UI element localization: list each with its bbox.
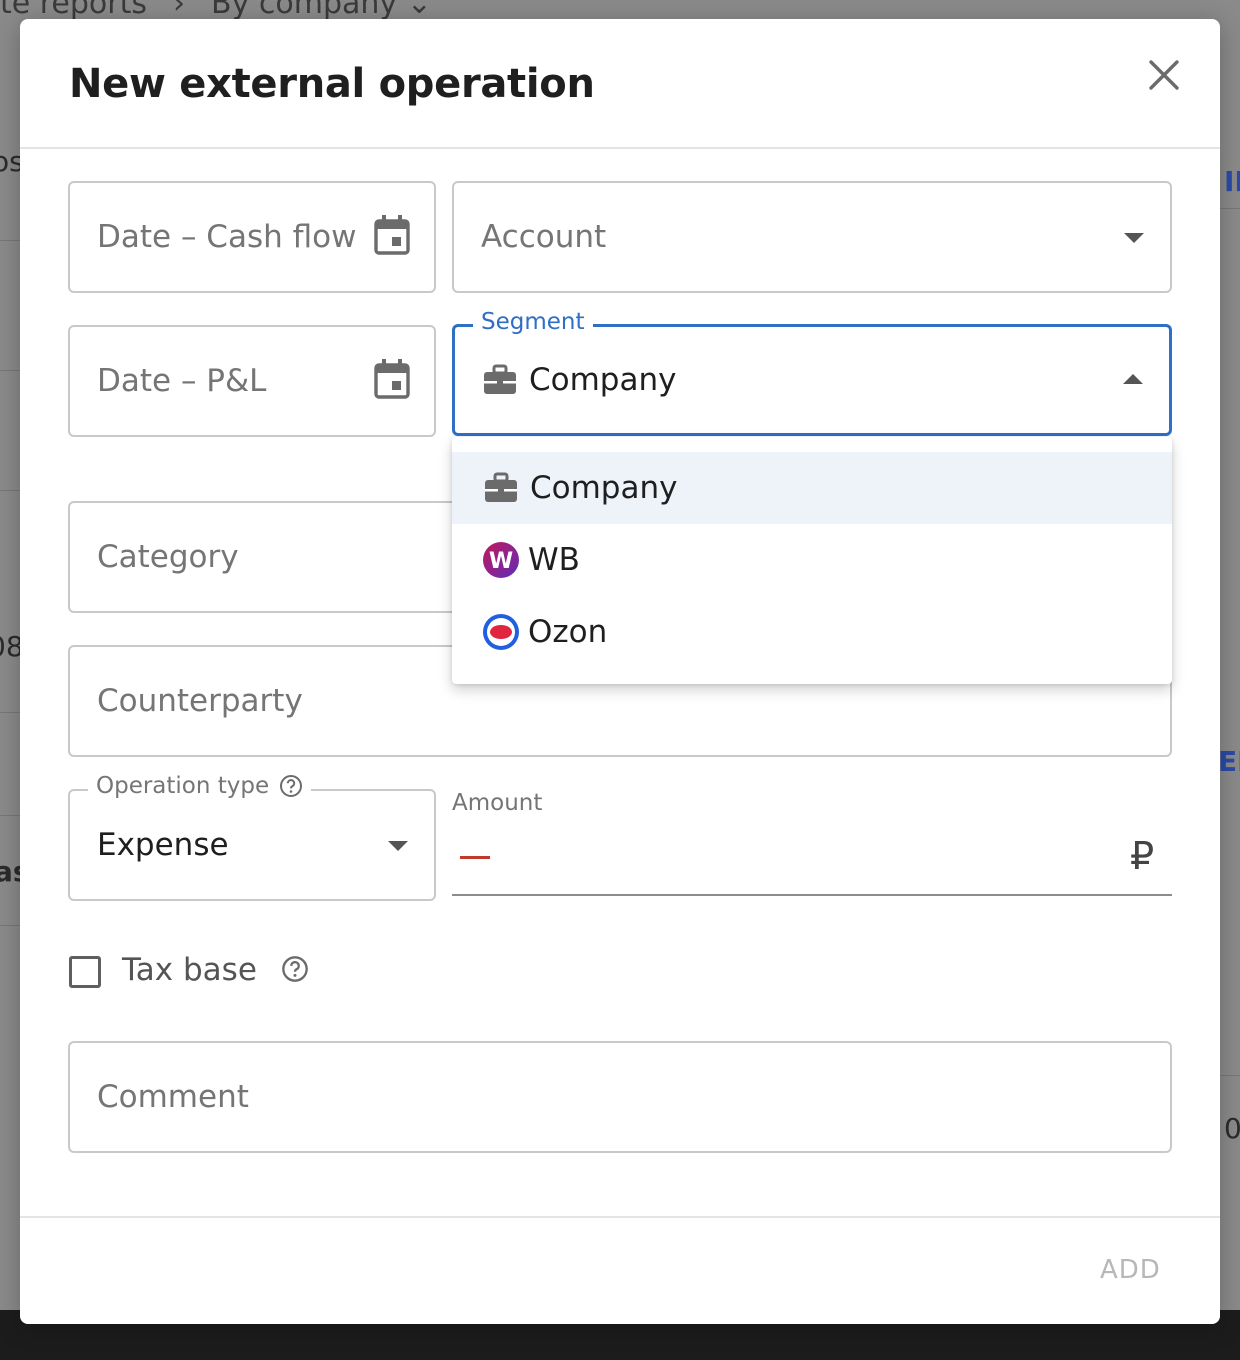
date-cash-flow-field[interactable]: Date – Cash flow — [68, 181, 436, 293]
background-fragment: II — [1224, 165, 1240, 198]
help-icon[interactable] — [281, 955, 309, 983]
ozon-logo-icon — [483, 614, 519, 650]
comment-field[interactable]: Comment — [68, 1041, 1172, 1153]
chevron-down-icon — [1124, 233, 1144, 243]
breadcrumb-item: te reports — [0, 0, 148, 21]
segment-option-ozon[interactable]: Ozon — [452, 596, 1172, 668]
close-button[interactable] — [1144, 55, 1184, 95]
help-icon[interactable] — [279, 774, 303, 798]
amount-label: Amount — [452, 790, 543, 816]
breadcrumb-item: By company — [211, 0, 398, 21]
segment-option-label: Company — [530, 470, 678, 506]
tax-base-label-text: Tax base — [122, 952, 257, 988]
segment-label: Segment — [473, 309, 593, 335]
wb-logo-icon: W — [483, 542, 519, 578]
background-fragment: 0 — [1224, 1112, 1240, 1145]
tax-base-label: Tax base — [122, 952, 309, 988]
amount-input[interactable] — [452, 894, 1172, 896]
segment-option-label: Ozon — [528, 614, 608, 650]
chevron-down-icon — [388, 841, 408, 851]
account-placeholder: Account — [481, 219, 607, 255]
dialog-title: New external operation — [69, 61, 595, 107]
add-button[interactable]: ADD — [1100, 1255, 1161, 1285]
account-select[interactable]: Account — [452, 181, 1172, 293]
calendar-icon[interactable] — [372, 213, 412, 261]
ruble-icon: ₽ — [1130, 834, 1155, 878]
counterparty-placeholder: Counterparty — [97, 683, 303, 719]
chevron-up-icon — [1123, 374, 1143, 384]
svg-text:W: W — [489, 549, 513, 574]
segment-option-company[interactable]: Company — [452, 452, 1172, 524]
segment-select[interactable]: Segment Company — [452, 309, 1172, 436]
amount-sign — [460, 856, 490, 859]
briefcase-icon — [485, 472, 517, 502]
date-pl-placeholder: Date – P&L — [97, 363, 267, 399]
segment-option-wb[interactable]: W WB — [452, 524, 1172, 596]
background-breadcrumb: te reports › By company ⌄ — [0, 0, 432, 21]
header-divider — [20, 147, 1220, 149]
operation-type-value: Expense — [97, 827, 229, 863]
operation-type-label-text: Operation type — [96, 773, 270, 799]
segment-value: Company — [483, 362, 676, 398]
date-cash-flow-placeholder: Date – Cash flow — [97, 219, 357, 255]
segment-dropdown: Company W WB Ozon — [452, 437, 1172, 684]
new-operation-dialog: New external operation Date – Cash flow … — [20, 19, 1220, 1324]
segment-option-label: WB — [528, 542, 580, 578]
briefcase-icon — [484, 364, 516, 394]
footer-divider — [20, 1216, 1220, 1218]
calendar-icon[interactable] — [372, 357, 412, 405]
operation-type-select[interactable]: Operation type Expense — [68, 773, 436, 901]
close-icon — [1149, 60, 1179, 90]
comment-placeholder: Comment — [97, 1079, 249, 1115]
operation-type-label: Operation type — [88, 773, 312, 799]
background-fragment: EF — [1218, 745, 1240, 778]
segment-value-text: Company — [529, 362, 677, 398]
tax-base-checkbox[interactable] — [69, 956, 101, 988]
category-placeholder: Category — [97, 539, 239, 575]
date-pl-field[interactable]: Date – P&L — [68, 325, 436, 437]
